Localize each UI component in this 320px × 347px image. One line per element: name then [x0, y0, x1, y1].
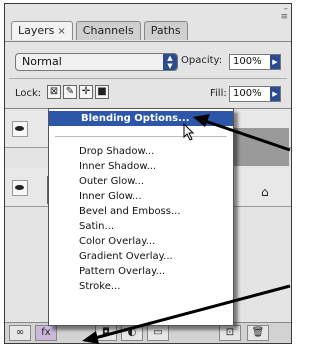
callout-arrowhead-fx [82, 331, 99, 344]
callout-arrows [82, 114, 291, 344]
callout-arrowhead-blending [193, 114, 210, 127]
callout-arrow-blending [204, 119, 291, 152]
callout-arrow-fx [94, 284, 291, 340]
